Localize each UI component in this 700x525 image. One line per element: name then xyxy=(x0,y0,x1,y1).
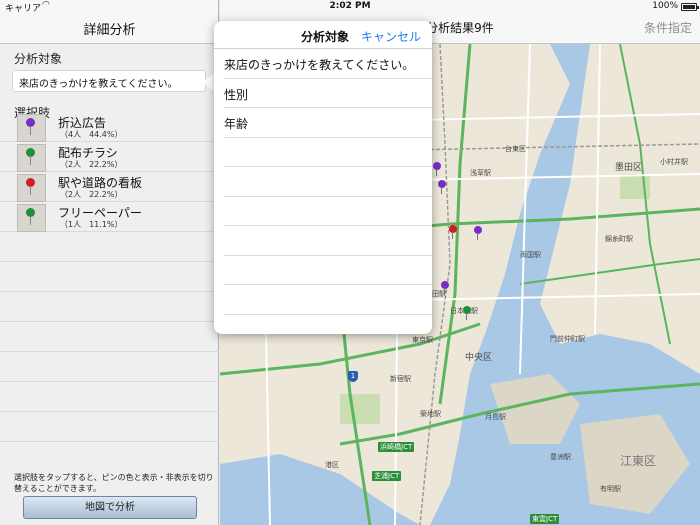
map-label: 両国駅 xyxy=(520,251,541,259)
choice-item[interactable]: 折込広告 （4人 44.4%） xyxy=(0,112,219,142)
empty-row xyxy=(224,285,432,315)
junction-label: 浜崎橋JCT xyxy=(378,442,415,452)
left-nav-title: 詳細分析 xyxy=(83,23,136,38)
cancel-button[interactable]: キャンセル xyxy=(361,28,421,45)
empty-row xyxy=(224,226,432,256)
map-label: 新宿駅 xyxy=(390,375,411,383)
empty-row xyxy=(224,315,432,335)
target-section-label: 分析対象 xyxy=(14,52,63,66)
choice-stat: （2人 22.2%） xyxy=(60,160,123,169)
choice-stat: （1人 11.1%） xyxy=(60,220,123,229)
battery-percent: 100% xyxy=(652,1,678,11)
pin-thumbnail xyxy=(17,204,46,232)
option-item[interactable]: 性別 xyxy=(224,79,432,108)
option-item[interactable]: 来店のきっかけを教えてください。 xyxy=(224,49,432,79)
empty-row xyxy=(0,292,219,322)
empty-row xyxy=(0,232,219,262)
empty-row xyxy=(224,167,432,197)
choice-stat: （2人 22.2%） xyxy=(60,190,123,199)
map-label: 小村井駅 xyxy=(660,158,688,166)
popover-options-list: 来店のきっかけを教えてください。 性別 年齢 xyxy=(214,49,432,334)
popover-title: 分析対象 xyxy=(301,30,350,44)
empty-row xyxy=(0,382,219,412)
pin-thumbnail xyxy=(17,174,46,202)
help-text: 選択肢をタップすると、ピンの色と表示・非表示を切り替えることができます。 xyxy=(14,473,214,493)
map-label: 東京駅 xyxy=(412,336,433,344)
option-item[interactable]: 年齢 xyxy=(224,108,432,138)
status-time: 2:02 PM xyxy=(329,1,371,11)
map-label: 浅草駅 xyxy=(470,169,491,177)
map-label: 月島駅 xyxy=(485,413,506,421)
pin-thumbnail xyxy=(17,114,46,142)
popover-header: 分析対象 キャンセル xyxy=(214,21,432,49)
empty-row xyxy=(0,322,219,352)
analyze-on-map-button[interactable]: 地図で分析 xyxy=(23,496,197,519)
map-label: 門前仲町駅 xyxy=(550,335,585,343)
status-bar: キャリア ◠ 2:02 PM 100% xyxy=(0,0,700,14)
map-label: 築地駅 xyxy=(420,410,441,418)
choices-list: 折込広告 （4人 44.4%） 配布チラシ （2人 22.2%） 駅や道路の看板… xyxy=(0,112,219,232)
map-label: 錦糸町駅 xyxy=(605,235,633,243)
target-selector[interactable]: 来店のきっかけを教えてください。 xyxy=(12,70,206,92)
empty-row xyxy=(224,256,432,285)
empty-row xyxy=(0,262,219,292)
empty-row xyxy=(0,412,219,442)
battery-icon xyxy=(681,3,699,11)
map-label: 台東区 xyxy=(505,145,526,153)
junction-label: 東雲JCT xyxy=(530,514,560,524)
choice-item[interactable]: フリーペーパー （1人 11.1%） xyxy=(0,202,219,232)
route-shield-icon: 1 xyxy=(348,371,358,382)
target-picker-popover: 分析対象 キャンセル 来店のきっかけを教えてください。 性別 年齢 xyxy=(214,21,432,334)
choice-item[interactable]: 配布チラシ （2人 22.2%） xyxy=(0,142,219,172)
map-label: 墨田区 xyxy=(615,163,643,173)
empty-row xyxy=(224,197,432,226)
map-label: 豊洲駅 xyxy=(550,453,571,461)
choice-item[interactable]: 駅や道路の看板 （2人 22.2%） xyxy=(0,172,219,202)
map-label: 港区 xyxy=(325,461,339,469)
map-label: 有明駅 xyxy=(600,485,621,493)
choice-stat: （4人 44.4%） xyxy=(60,130,123,139)
empty-row xyxy=(0,352,219,382)
detail-panel: 詳細分析 分析対象 来店のきっかけを教えてください。 選択肢 折込広告 （4人 … xyxy=(0,0,219,525)
pin-thumbnail xyxy=(17,144,46,172)
map-label: 江東区 xyxy=(620,454,657,468)
map-label: 中央区 xyxy=(465,353,493,363)
junction-label: 芝浦JCT xyxy=(372,471,402,481)
condition-button[interactable]: 条件指定 xyxy=(644,19,692,36)
empty-row xyxy=(224,138,432,167)
empty-list-rows xyxy=(0,232,219,442)
